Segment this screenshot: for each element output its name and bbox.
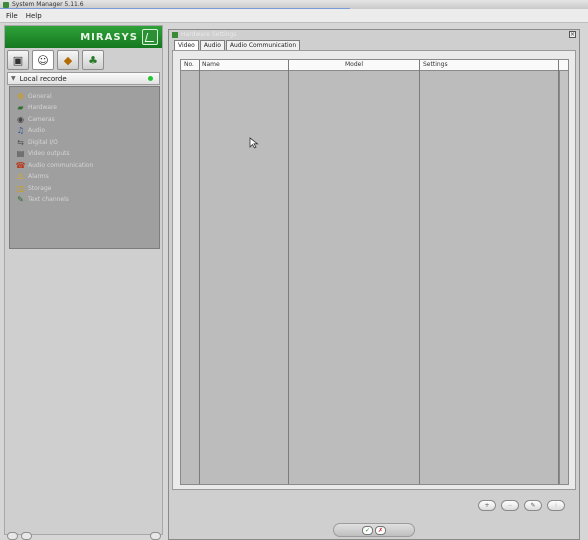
menu-file[interactable]: File bbox=[6, 12, 18, 20]
column-divider bbox=[419, 60, 420, 484]
column-header-settings[interactable]: Settings bbox=[423, 61, 448, 68]
servers-icon[interactable]: ▣ bbox=[7, 50, 29, 70]
table-header: No. Name Model Settings bbox=[181, 60, 568, 71]
brand-name: MIRASYS bbox=[80, 31, 138, 43]
close-icon[interactable]: × bbox=[569, 31, 576, 38]
alarm-icon: ⚠ bbox=[16, 171, 25, 181]
tree-item-storage[interactable]: ◫ Storage bbox=[16, 183, 52, 193]
column-divider bbox=[199, 60, 200, 484]
license-icon[interactable]: ◆ bbox=[57, 50, 79, 70]
status-online-icon bbox=[148, 76, 153, 81]
table-scrollbar[interactable] bbox=[559, 71, 568, 484]
hardware-icon: ▰ bbox=[17, 102, 24, 112]
tree-header-label: Local recorde bbox=[19, 74, 67, 83]
column-header-model[interactable]: Model bbox=[345, 61, 363, 68]
add-device-icon[interactable]: + bbox=[478, 500, 496, 511]
tree-item-audio[interactable]: ♫ Audio bbox=[16, 125, 45, 135]
dialog-footer: ✓ ✗ bbox=[333, 523, 415, 537]
tree-item-label: Text channels bbox=[28, 195, 69, 203]
tree-item-label: General bbox=[28, 92, 52, 100]
menu-bar: File Help bbox=[0, 9, 588, 23]
app-title: System Manager 5.11.6 bbox=[12, 1, 84, 8]
brand-logo-icon bbox=[142, 29, 158, 45]
tab-content: No. Name Model Settings bbox=[172, 50, 576, 490]
text-channels-icon: ✎ bbox=[17, 194, 24, 204]
tab-video[interactable]: Video bbox=[174, 40, 199, 50]
column-header-name[interactable]: Name bbox=[202, 61, 220, 68]
tree-item-audio-communication[interactable]: ☎ Audio communication bbox=[15, 160, 94, 170]
storage-icon: ◫ bbox=[16, 183, 25, 193]
audio-icon: ♫ bbox=[16, 125, 25, 135]
gear-icon: ⚙ bbox=[16, 91, 25, 101]
user-icon[interactable]: ☺ bbox=[32, 50, 54, 70]
settings-tabs: Video Audio Audio Communication bbox=[174, 40, 301, 50]
collapse-icon[interactable]: ▼ bbox=[11, 75, 16, 82]
tree-item-general[interactable]: ⚙ General bbox=[16, 91, 52, 101]
digital-io-icon: ⇆ bbox=[17, 137, 24, 147]
window-title: Hardware Settings bbox=[181, 31, 237, 38]
tree-item-cameras[interactable]: ◉ Cameras bbox=[16, 114, 55, 124]
tree-item-text-channels[interactable]: ✎ Text channels bbox=[16, 194, 69, 204]
navigation-footer bbox=[4, 531, 163, 540]
tree-item-label: Alarms bbox=[28, 172, 49, 180]
audio-communication-icon: ☎ bbox=[15, 160, 26, 170]
tree-header-local-recorder[interactable]: ▼ Local recorde bbox=[7, 72, 160, 85]
video-device-table[interactable]: No. Name Model Settings bbox=[180, 59, 569, 485]
tree-item-label: Digital I/O bbox=[28, 138, 58, 146]
refresh-icon[interactable] bbox=[150, 531, 161, 540]
hardware-settings-window: Hardware Settings × Video Audio Audio Co… bbox=[168, 29, 580, 540]
edit-device-icon[interactable]: ✎ bbox=[524, 500, 542, 511]
tab-audio[interactable]: Audio bbox=[199, 40, 225, 50]
tree-item-label: Audio communication bbox=[28, 161, 94, 169]
video-outputs-icon: ▤ bbox=[16, 148, 25, 158]
tab-audio-communication[interactable]: Audio Communication bbox=[225, 40, 301, 50]
tree-item-hardware[interactable]: ▰ Hardware bbox=[16, 102, 57, 112]
menu-help[interactable]: Help bbox=[26, 12, 42, 20]
tree-item-label: Hardware bbox=[28, 103, 57, 111]
ok-icon[interactable]: ✓ bbox=[362, 525, 373, 535]
tree-item-label: Video outputs bbox=[28, 149, 70, 157]
window-titlebar: Hardware Settings bbox=[169, 30, 579, 39]
settings-tree: ⚙ General ▰ Hardware ◉ Cameras ♫ Audio ⇆… bbox=[9, 86, 160, 249]
remove-icon[interactable] bbox=[21, 531, 32, 540]
tree-item-label: Audio bbox=[28, 126, 46, 134]
mode-tabs: ▣ ☺ ◆ ♣ bbox=[7, 50, 104, 70]
window-icon bbox=[172, 31, 178, 38]
brand-bar: MIRASYS bbox=[5, 26, 162, 48]
camera-icon: ◉ bbox=[17, 114, 24, 124]
tree-item-digital-io[interactable]: ⇆ Digital I/O bbox=[16, 137, 58, 147]
remove-device-icon[interactable]: − bbox=[501, 500, 519, 511]
mouse-cursor-icon bbox=[249, 137, 259, 149]
column-divider bbox=[288, 60, 289, 484]
tree-item-alarms[interactable]: ⚠ Alarms bbox=[16, 171, 49, 181]
add-icon[interactable] bbox=[7, 531, 18, 540]
column-header-no[interactable]: No. bbox=[184, 61, 194, 68]
tree-item-label: Cameras bbox=[28, 115, 55, 123]
info-icon[interactable]: i bbox=[547, 500, 565, 511]
plugin-icon[interactable]: ♣ bbox=[82, 50, 104, 70]
tree-item-label: Storage bbox=[28, 184, 52, 192]
table-actions: + − ✎ i bbox=[478, 500, 565, 511]
tree-item-video-outputs[interactable]: ▤ Video outputs bbox=[16, 148, 70, 158]
cancel-icon[interactable]: ✗ bbox=[375, 525, 386, 535]
navigation-panel: MIRASYS ▣ ☺ ◆ ♣ ▼ Local recorde ⚙ Genera… bbox=[4, 25, 163, 535]
app-icon bbox=[3, 1, 9, 8]
